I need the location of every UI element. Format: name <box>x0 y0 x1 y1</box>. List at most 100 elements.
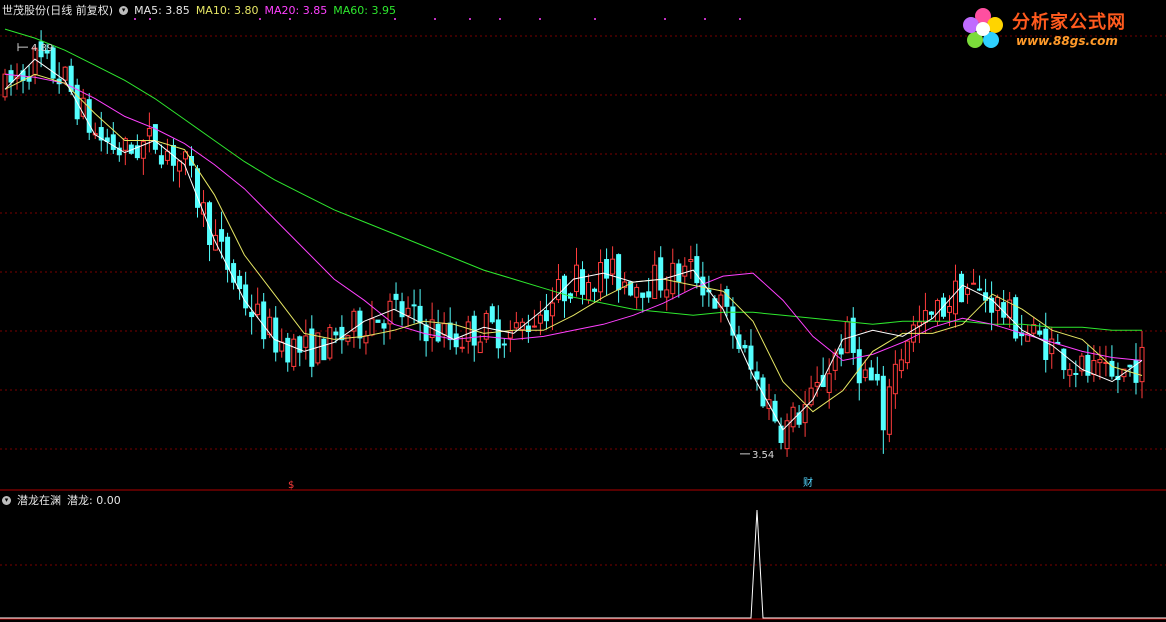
candle-body <box>417 305 423 324</box>
candle-body <box>754 371 760 380</box>
candle-body <box>279 341 285 352</box>
candle-body <box>501 343 507 346</box>
candle-body <box>176 160 182 172</box>
candle-body <box>814 381 820 387</box>
candle-body <box>363 335 369 344</box>
signal-dot <box>664 18 666 20</box>
candle-body <box>110 134 116 150</box>
candle-body <box>610 258 616 275</box>
candle-body <box>826 373 832 393</box>
candle-body <box>1097 359 1103 364</box>
logo-url-text: www.88gs.com <box>1016 34 1118 48</box>
signal-dot <box>134 18 136 20</box>
candle-body <box>453 333 459 348</box>
candle-body <box>670 262 676 295</box>
low-label: 3.54 <box>752 450 774 461</box>
candle-body <box>676 263 682 283</box>
candle-body <box>164 150 170 161</box>
finance-marker: 财 <box>803 476 813 489</box>
stock-label[interactable]: 世茂股份(日线 前复权) <box>2 2 113 18</box>
ma20-value: MA20: 3.85 <box>264 3 328 17</box>
signal-dot <box>394 18 396 20</box>
signal-dot <box>259 18 261 20</box>
candle-body <box>682 265 688 277</box>
candle-body <box>971 282 977 285</box>
candle-body <box>886 386 892 435</box>
signal-dot <box>149 18 151 20</box>
indicator-name[interactable]: 潜龙在渊 <box>17 492 61 508</box>
site-logo: 分析家公式网 www.88gs.com <box>960 4 1160 56</box>
candle-body <box>441 323 447 336</box>
candle-body <box>333 331 339 336</box>
candle-body <box>742 344 748 349</box>
candle-body <box>694 256 700 284</box>
candle-body <box>555 279 561 301</box>
candle-body <box>303 335 309 348</box>
candle-body <box>598 262 604 293</box>
candle-body <box>904 340 910 364</box>
candle-body <box>652 264 658 300</box>
candle-body <box>285 337 291 363</box>
ma10-value: MA10: 3.80 <box>195 3 259 17</box>
candle-body <box>688 258 694 262</box>
flower-logo-icon <box>963 8 1003 48</box>
candle-body <box>838 348 844 355</box>
candle-body <box>646 291 652 298</box>
candle-body <box>2 73 8 98</box>
indicator-settings-icon[interactable]: ▾ <box>2 495 11 505</box>
candle-body <box>219 229 225 242</box>
candle-body <box>634 286 640 298</box>
candle-body <box>922 310 928 323</box>
candle-body <box>483 312 489 340</box>
signal-dot <box>499 18 501 20</box>
signal-dot <box>739 18 741 20</box>
candle-body <box>892 363 898 395</box>
chart-canvas: 4.89 3.54 $ 财 <box>0 0 1166 622</box>
settings-icon[interactable]: ▾ <box>119 5 129 15</box>
candle-body <box>375 319 381 323</box>
candle-body <box>255 303 261 316</box>
candle-body <box>381 323 387 329</box>
candle-body <box>658 257 664 291</box>
signal-dot <box>594 18 596 20</box>
candle-body <box>1073 372 1079 375</box>
high-label: 4.89 <box>31 43 53 54</box>
candle-body <box>1127 364 1133 368</box>
candle-body <box>495 319 501 349</box>
main-header: 世茂股份(日线 前复权) ▾ MA5: 3.85 MA10: 3.80 MA20… <box>2 2 396 18</box>
candle-body <box>977 288 983 291</box>
candle-body <box>1091 360 1097 376</box>
candle-body <box>249 311 255 318</box>
candle-body <box>700 276 706 296</box>
candle-body <box>459 346 465 349</box>
candle-body <box>1043 328 1049 360</box>
candle-body <box>261 301 267 340</box>
candle-body <box>411 304 417 307</box>
candle-body <box>880 375 886 431</box>
candle-body <box>748 345 754 370</box>
candle-body <box>543 310 549 322</box>
candle-body <box>146 128 152 137</box>
candle-body <box>291 338 297 367</box>
candle-body <box>953 280 959 315</box>
candle-body <box>513 322 519 329</box>
candle-body <box>640 292 646 298</box>
event-marker: $ <box>288 480 294 491</box>
candle-body <box>928 311 934 315</box>
candle-body <box>477 341 483 354</box>
candle-body <box>724 289 730 307</box>
candle-body <box>580 269 586 295</box>
candle-body <box>862 369 868 379</box>
candle-body <box>1037 330 1043 335</box>
candle-body <box>586 281 592 301</box>
candle-body <box>592 288 598 292</box>
candle-body <box>1067 369 1073 376</box>
candle-body <box>393 293 399 300</box>
candle-body <box>489 306 495 323</box>
ma60-value: MA60: 3.95 <box>333 3 396 17</box>
candle-body <box>856 349 862 384</box>
candle-body <box>531 325 537 328</box>
candle-body <box>1139 346 1145 383</box>
candle-body <box>965 288 971 295</box>
signal-dot <box>704 18 706 20</box>
